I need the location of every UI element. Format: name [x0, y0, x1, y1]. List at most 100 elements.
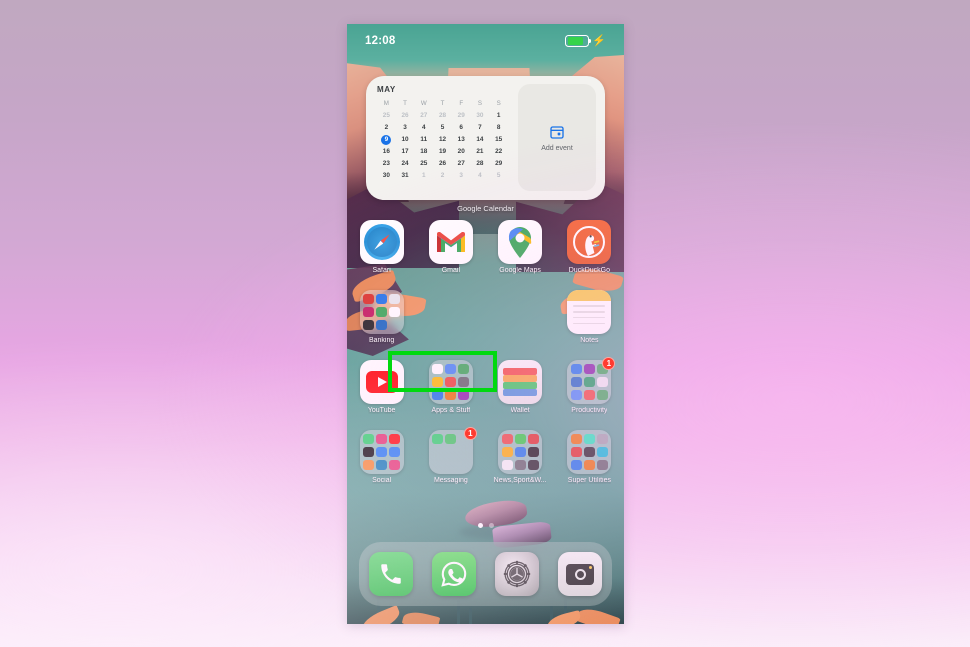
app-icon-wrapper [359, 290, 404, 334]
calendar-day[interactable]: 1 [414, 171, 433, 181]
dock-app-settings[interactable] [495, 552, 540, 596]
calendar-day[interactable]: 29 [452, 111, 471, 121]
calendar-day[interactable]: 6 [452, 123, 471, 133]
page-dot[interactable] [488, 523, 494, 528]
page-dot[interactable] [477, 523, 483, 528]
add-event-button[interactable]: Add event [518, 84, 596, 191]
notification-badge: 1 [602, 357, 616, 370]
app-icon-wrapper [498, 430, 543, 474]
calendar-day[interactable]: 22 [489, 147, 508, 157]
app-safari[interactable]: Safari [347, 220, 416, 290]
calendar-day[interactable]: 4 [414, 123, 433, 133]
folder-icon [498, 430, 543, 474]
folder-mini-icon [445, 433, 457, 445]
app-label: Messaging [433, 477, 468, 484]
app-row: Social 1 Messaging News,Sport&W... Super Uti… [347, 427, 624, 500]
calendar-day[interactable]: 1 [489, 111, 508, 121]
folder-mini-icon [570, 446, 582, 458]
page-indicator-dots[interactable] [347, 523, 624, 528]
calendar-day[interactable]: 14 [471, 135, 490, 145]
calendar-day[interactable]: 7 [471, 123, 490, 133]
google-calendar-widget[interactable]: MAY M T W T F S S 25 26 27 28 29 30 1 2 3 4 5 6 7 8 9 10 11 12 13… [366, 76, 605, 200]
calendar-day[interactable]: 5 [433, 123, 452, 133]
app-gmail[interactable]: Gmail [416, 220, 485, 290]
folder-mini-icon [458, 363, 470, 375]
widget-name-label: Google Calendar [457, 204, 514, 213]
calendar-day[interactable]: 20 [452, 147, 471, 157]
calendar-day[interactable]: 10 [396, 135, 415, 145]
folder-mini-icon [458, 460, 469, 471]
calendar-day[interactable]: 19 [433, 147, 452, 157]
calendar-day[interactable]: 4 [471, 171, 490, 181]
folder-icon [428, 360, 473, 404]
calendar-day-header: F [459, 100, 464, 107]
calendar-day[interactable]: 28 [471, 159, 490, 169]
calendar-day-header: M [383, 100, 389, 107]
calendar-day[interactable]: 25 [414, 159, 433, 169]
calendar-day[interactable]: 25 [377, 111, 396, 121]
dock-app-phone[interactable] [368, 552, 413, 596]
app-news-sport-w[interactable]: News,Sport&W... [486, 430, 555, 500]
dock-app-whatsapp[interactable] [431, 552, 476, 596]
calendar-day[interactable]: 18 [414, 147, 433, 157]
calendar-day[interactable]: 3 [452, 171, 471, 181]
calendar-day[interactable]: 27 [452, 159, 471, 169]
app-icon-wrapper [498, 220, 543, 264]
app-label: Productivity [571, 407, 608, 414]
app-super-utilities[interactable]: Super Utilities [555, 430, 624, 500]
calendar-day[interactable]: 28 [433, 111, 452, 121]
calendar-day[interactable]: 2 [433, 171, 452, 181]
calendar-day[interactable]: 30 [377, 171, 396, 181]
calendar-grid[interactable]: M T W T F S S 25 26 27 28 29 30 1 2 3 4 5 6 7 8 9 10 11 12 13 14 15… [377, 99, 508, 181]
calendar-day-today[interactable]: 9 [381, 135, 392, 145]
calendar-day[interactable]: 31 [396, 171, 415, 181]
calendar-day[interactable]: 16 [377, 147, 396, 157]
folder-mini-icon [376, 293, 388, 305]
calendar-day[interactable]: 13 [452, 135, 471, 145]
app-label: Wallet [510, 407, 530, 414]
folder-mini-icon [583, 389, 595, 401]
status-bar-time: 12:08 [365, 35, 396, 47]
calendar-day[interactable]: 26 [396, 111, 415, 121]
app-productivity[interactable]: 1 Productivity [555, 357, 624, 430]
calendar-day[interactable]: 21 [471, 147, 490, 157]
calendar-day[interactable]: 12 [433, 135, 452, 145]
app-notes[interactable]: Notes [555, 290, 624, 360]
app-duckduckgo[interactable]: DuckDuckGo [555, 220, 624, 290]
folder-mini-icon [376, 306, 388, 318]
calendar-day[interactable]: 29 [489, 159, 508, 169]
app-label: YouTube [367, 407, 396, 414]
app-banking[interactable]: Banking [347, 290, 416, 360]
folder-mini-icon [570, 389, 582, 401]
dock-app-camera[interactable] [558, 552, 603, 596]
iphone-screenshot: 12:08 ⚡ MAY M T W T F S S 25 26 27 28 29 30 1 2 3 4 5 6 7 8 9… [347, 24, 624, 624]
calendar-day[interactable]: 11 [414, 135, 433, 145]
calendar-day[interactable]: 8 [489, 123, 508, 133]
app-label: Super Utilities [567, 477, 611, 484]
dock[interactable] [359, 542, 612, 606]
calendar-day[interactable]: 17 [396, 147, 415, 157]
settings-gear-icon [503, 560, 531, 588]
calendar-day[interactable]: 24 [396, 159, 415, 169]
calendar-day[interactable]: 27 [414, 111, 433, 121]
folder-mini-icon [583, 376, 595, 388]
calendar-day[interactable]: 30 [471, 111, 490, 121]
calendar-day[interactable]: 3 [396, 123, 415, 133]
calendar-day[interactable]: 5 [489, 171, 508, 181]
calendar-day[interactable]: 15 [489, 135, 508, 145]
home-screen-app-grid[interactable]: Safari Gmail Google Maps DuckDuckGo Banking N… [347, 220, 624, 500]
app-social[interactable]: Social [347, 430, 416, 500]
app-apps-stuff[interactable]: Apps & Stuff [416, 360, 485, 430]
folder-mini-icon [389, 459, 401, 471]
app-wallet[interactable]: Wallet [486, 360, 555, 430]
folder-mini-icon [570, 459, 582, 471]
folder-mini-icon [527, 446, 539, 458]
calendar-day[interactable]: 26 [433, 159, 452, 169]
app-google-maps[interactable]: Google Maps [486, 220, 555, 290]
app-youtube[interactable]: YouTube [347, 360, 416, 430]
calendar-day[interactable]: 23 [377, 159, 396, 169]
app-messaging[interactable]: 1 Messaging [416, 427, 485, 500]
folder-mini-icon [458, 376, 470, 388]
folder-icon [567, 430, 612, 474]
calendar-day[interactable]: 2 [377, 123, 396, 133]
